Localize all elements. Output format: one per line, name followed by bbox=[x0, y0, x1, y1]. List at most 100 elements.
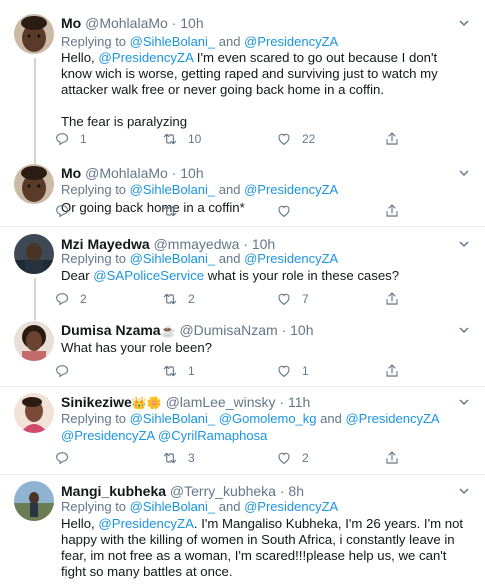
chevron-down-icon[interactable] bbox=[459, 397, 469, 407]
user-handle[interactable]: @lamLee_winsky bbox=[166, 394, 276, 410]
separator-dot: · bbox=[243, 236, 248, 252]
thread-connector bbox=[34, 58, 36, 164]
user-handle[interactable]: @MohlalaMo bbox=[85, 15, 168, 31]
tweet-text-segment: what is your role in these cases? bbox=[204, 268, 400, 283]
tweet-header: Mo @MohlalaMo · 10h bbox=[61, 164, 204, 182]
thread-connector bbox=[34, 278, 36, 320]
share-button[interactable] bbox=[384, 449, 400, 467]
retweet-button[interactable]: 3 bbox=[162, 449, 195, 467]
replying-to-label: Replying to bbox=[61, 411, 127, 426]
display-name[interactable]: Sinikeziwe bbox=[61, 394, 132, 410]
retweet-button[interactable] bbox=[162, 202, 178, 220]
retweet-count: 1 bbox=[188, 364, 195, 378]
timestamp[interactable]: 11h bbox=[288, 394, 310, 410]
chevron-down-icon[interactable] bbox=[459, 486, 469, 496]
retweet-icon bbox=[163, 293, 177, 305]
like-button[interactable]: 1 bbox=[276, 362, 309, 380]
share-button[interactable] bbox=[384, 202, 400, 220]
avatar[interactable] bbox=[14, 393, 54, 433]
mention-link[interactable]: @PresidencyZA bbox=[244, 499, 338, 514]
like-button[interactable]: 22 bbox=[276, 130, 315, 148]
divider bbox=[0, 386, 485, 387]
mention-link[interactable]: @PresidencyZA bbox=[244, 251, 338, 266]
mention-link[interactable]: @SAPoliceService bbox=[93, 268, 204, 283]
mention-link[interactable]: @SihleBolani_ bbox=[130, 182, 215, 197]
replying-to: Replying to @SihleBolani_ and @Presidenc… bbox=[61, 499, 338, 515]
like-count: 7 bbox=[302, 292, 309, 306]
retweet-button[interactable]: 1 bbox=[162, 362, 195, 380]
like-button[interactable]: 7 bbox=[276, 290, 309, 308]
reply-button[interactable]: 2 bbox=[54, 290, 87, 308]
timestamp[interactable]: 10h bbox=[180, 165, 203, 181]
display-name[interactable]: Dumisa Nzama bbox=[61, 322, 161, 338]
chevron-down-icon[interactable] bbox=[459, 325, 469, 335]
replying-to: Replying to @SihleBolani_ @Gomolemo_kg a… bbox=[61, 411, 440, 427]
chevron-down-icon[interactable] bbox=[459, 168, 469, 178]
replying-to-label: Replying to bbox=[61, 182, 127, 197]
replying-to: Replying to @SihleBolani_ and @Presidenc… bbox=[61, 251, 338, 267]
tweet-actions: 2 2 7 bbox=[54, 290, 454, 308]
chevron-down-icon[interactable] bbox=[459, 239, 469, 249]
retweet-button[interactable]: 2 bbox=[162, 290, 195, 308]
avatar[interactable] bbox=[14, 14, 54, 54]
timestamp[interactable]: 10h bbox=[252, 236, 275, 252]
reply-button[interactable] bbox=[54, 362, 70, 380]
mention-link[interactable]: @PresidencyZA bbox=[345, 411, 439, 426]
timestamp[interactable]: 10h bbox=[180, 15, 203, 31]
tweet-header: Mo @MohlalaMo · 10h bbox=[61, 14, 204, 32]
like-button[interactable] bbox=[276, 202, 292, 220]
like-icon bbox=[278, 452, 290, 464]
mention-link[interactable]: @SihleBolani_ bbox=[130, 499, 215, 514]
reply-button[interactable] bbox=[54, 202, 70, 220]
tweet-header: Dumisa Nzama☕ @DumisaNzam · 10h bbox=[61, 321, 313, 340]
avatar[interactable] bbox=[14, 164, 54, 204]
mention-link[interactable]: @Gomolemo_kg bbox=[219, 411, 317, 426]
retweet-button[interactable]: 10 bbox=[162, 130, 201, 148]
share-button[interactable] bbox=[384, 290, 400, 308]
timestamp[interactable]: 8h bbox=[288, 483, 304, 499]
separator-dot: · bbox=[279, 394, 285, 410]
share-button[interactable] bbox=[384, 362, 400, 380]
like-count: 2 bbox=[302, 451, 309, 465]
reply-button[interactable]: 1 bbox=[54, 130, 87, 148]
tweet-text-segment: Hello, bbox=[61, 516, 99, 531]
replying-to-label: Replying to bbox=[61, 34, 127, 49]
user-handle[interactable]: @Terry_kubheka bbox=[170, 483, 276, 499]
tweet-text-segment: The fear is paralyzing bbox=[61, 114, 188, 129]
mention-link[interactable]: @SihleBolani_ bbox=[130, 34, 215, 49]
display-name[interactable]: Mzi Mayedwa bbox=[61, 236, 150, 252]
name-emoji: ☕ bbox=[160, 324, 176, 338]
mention-link[interactable]: @SihleBolani_ bbox=[130, 251, 215, 266]
mention-link[interactable]: @SihleBolani_ bbox=[130, 411, 215, 426]
like-count: 22 bbox=[302, 132, 316, 146]
user-handle[interactable]: @MohlalaMo bbox=[85, 165, 168, 181]
separator-dot: · bbox=[279, 483, 285, 499]
display-name[interactable]: Mangi_kubheka bbox=[61, 483, 166, 499]
tweet-text: Hello, @PresidencyZA I'm even scared to … bbox=[61, 50, 471, 130]
share-icon bbox=[386, 451, 398, 464]
replying-to: Replying to @SihleBolani_ and @Presidenc… bbox=[61, 182, 338, 198]
avatar[interactable] bbox=[14, 234, 54, 274]
display-name[interactable]: Mo bbox=[61, 165, 81, 181]
mention-link[interactable]: @PresidencyZA bbox=[98, 50, 193, 65]
like-icon bbox=[278, 293, 290, 305]
chevron-down-icon[interactable] bbox=[459, 18, 469, 28]
display-name[interactable]: Mo bbox=[61, 15, 81, 31]
avatar[interactable] bbox=[14, 321, 54, 361]
tweet-text-segment: Dear bbox=[61, 268, 94, 283]
mention-link[interactable]: @PresidencyZA bbox=[98, 516, 193, 531]
like-button[interactable]: 2 bbox=[276, 449, 309, 467]
mention-link[interactable]: @PresidencyZA bbox=[244, 34, 338, 49]
mention-link[interactable]: @PresidencyZA bbox=[244, 182, 338, 197]
user-handle[interactable]: @DumisaNzam bbox=[179, 322, 277, 338]
avatar[interactable] bbox=[14, 481, 54, 521]
replying-to-label: Replying to bbox=[61, 251, 127, 266]
mention-link[interactable]: @PresidencyZA @CyrilRamaphosa bbox=[61, 428, 267, 443]
tweet-text-segment: Hello, bbox=[61, 50, 99, 65]
reply-button[interactable] bbox=[54, 449, 70, 467]
timestamp[interactable]: 10h bbox=[290, 322, 313, 338]
reply-count: 2 bbox=[80, 292, 87, 306]
name-emoji: 👑🌼 bbox=[131, 396, 162, 410]
share-button[interactable] bbox=[384, 130, 400, 148]
user-handle[interactable]: @mmayedwa bbox=[154, 236, 240, 252]
